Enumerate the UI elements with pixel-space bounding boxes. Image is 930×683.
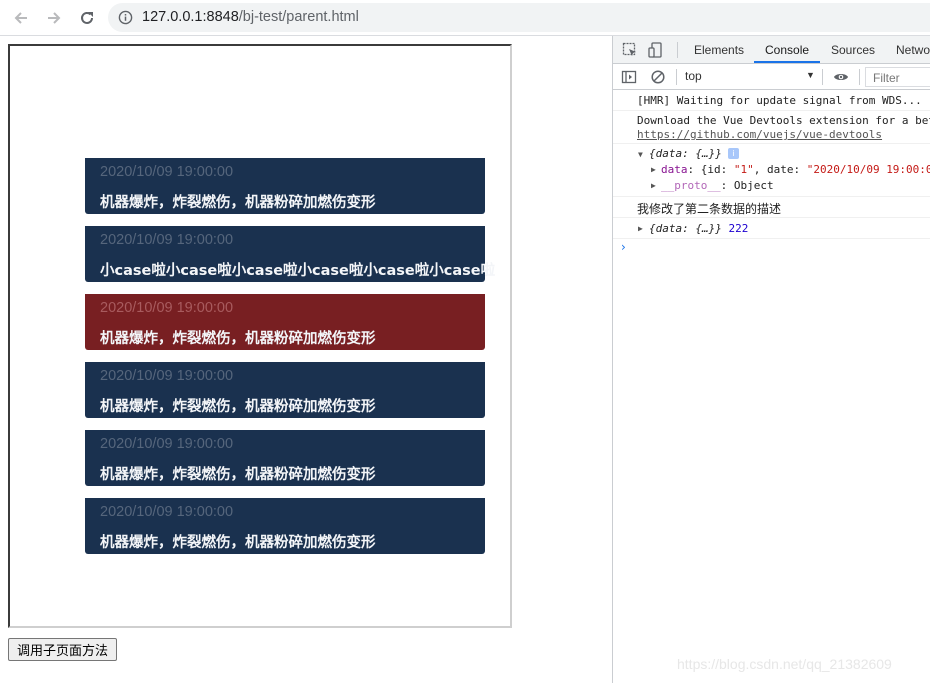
call-child-method-button[interactable]: 调用子页面方法	[8, 638, 117, 661]
event-card-6[interactable]: 2020/10/09 19:00:00 机器爆炸，炸裂燃伤，机器粉碎加燃伤变形	[85, 498, 485, 554]
log-text: 我修改了第二条数据的描述	[637, 202, 782, 216]
expanded-triangle-icon[interactable]: ▼	[638, 150, 643, 159]
card-description: 机器爆炸，炸裂燃伤，机器粉碎加燃伤变形	[100, 331, 376, 347]
toolbar-separator	[822, 69, 823, 85]
card-description: 机器爆炸，炸裂燃伤，机器粉碎加燃伤变形	[100, 535, 376, 551]
tab-network[interactable]: Netwo	[896, 43, 930, 57]
object-summary-text: {data: {…}}	[649, 222, 722, 235]
proto-row[interactable]: __proto__: Object	[661, 179, 774, 192]
devtools-tabbar: Elements Console Sources Netwo	[613, 36, 930, 64]
collapsed-triangle-icon[interactable]: ▶	[638, 224, 643, 233]
arrow-left-icon	[14, 12, 27, 24]
data-prefix: : {id:	[687, 163, 734, 176]
tab-console[interactable]: Console	[765, 43, 809, 57]
child-iframe: 2020/10/09 19:00:00 机器爆炸，炸裂燃伤，机器粉碎加燃伤变形 …	[8, 44, 512, 628]
id-value: "1"	[733, 163, 754, 176]
number-value: 222	[728, 222, 749, 235]
info-badge-icon[interactable]: i	[727, 148, 739, 159]
card-date: 2020/10/09 19:00:00	[100, 164, 234, 180]
card-description: 机器爆炸，炸裂燃伤，机器粉碎加燃伤变形	[100, 399, 376, 415]
back-button[interactable]	[9, 6, 33, 30]
card-description: 机器爆炸，炸裂燃伤，机器粉碎加燃伤变形	[100, 467, 376, 483]
card-date: 2020/10/09 19:00:00	[100, 368, 234, 384]
reload-icon	[81, 11, 93, 24]
object-data-row[interactable]: data: {id: "1", date: "2020/10/09 19:00:…	[661, 163, 930, 176]
clear-console-icon[interactable]	[650, 69, 666, 85]
info-icon[interactable]	[118, 10, 133, 25]
url-path: /bj-test/parent.html	[238, 9, 359, 25]
device-toolbar-icon[interactable]	[648, 42, 664, 58]
console-output: [HMR] Waiting for update signal from WDS…	[613, 90, 930, 259]
devtools-panel: Elements Console Sources Netwo top ▼ Fil…	[612, 36, 930, 683]
event-card-4[interactable]: 2020/10/09 19:00:00 机器爆炸，炸裂燃伤，机器粉碎加燃伤变形	[85, 362, 485, 418]
url-host: 127.0.0.1:8848	[142, 9, 239, 25]
console-toolbar: top ▼ Filter	[613, 64, 930, 90]
vue-devtools-link[interactable]: https://github.com/vuejs/vue-devtools	[637, 128, 882, 141]
log-text: Download the Vue Devtools extension for …	[637, 114, 930, 127]
toolbar-separator	[859, 69, 860, 85]
address-bar[interactable]: 127.0.0.1:8848/bj-test/parent.html	[108, 3, 930, 32]
collapsed-triangle-icon[interactable]: ▶	[651, 181, 656, 190]
card-date: 2020/10/09 19:00:00	[100, 300, 234, 316]
card-description: 机器爆炸，炸裂燃伤，机器粉碎加燃伤变形	[100, 195, 376, 211]
proto-key: __proto__	[661, 179, 721, 192]
sidebar-toggle-icon[interactable]	[621, 69, 637, 85]
console-log-object-1[interactable]: ▼ {data: {…}} i ▶ data: {id: "1", date: "…	[613, 144, 930, 197]
toolbar-separator	[676, 69, 677, 85]
proto-value: : Object	[720, 179, 774, 192]
object-summary-text: {data: {…}}	[649, 147, 722, 160]
chevron-right-icon: ›	[621, 240, 626, 254]
card-date: 2020/10/09 19:00:00	[100, 504, 234, 520]
card-date: 2020/10/09 19:00:00	[100, 232, 234, 248]
event-card-1[interactable]: 2020/10/09 19:00:00 机器爆炸，炸裂燃伤，机器粉碎加燃伤变形	[85, 158, 485, 214]
console-log-chinese: 我修改了第二条数据的描述	[613, 197, 930, 218]
console-prompt-row[interactable]: ›	[613, 239, 930, 259]
context-select[interactable]: top	[685, 69, 702, 83]
collapsed-triangle-icon[interactable]: ▶	[651, 165, 656, 174]
tab-sources[interactable]: Sources	[831, 43, 875, 57]
browser-toolbar: 127.0.0.1:8848/bj-test/parent.html	[0, 0, 930, 36]
url-text[interactable]: 127.0.0.1:8848/bj-test/parent.html	[142, 9, 359, 25]
event-card-2[interactable]: 2020/10/09 19:00:00 小case啦小case啦小case啦小c…	[85, 226, 495, 282]
card-description: 小case啦小case啦小case啦小case啦小case啦小case啦	[100, 263, 496, 279]
card-date: 2020/10/09 19:00:00	[100, 436, 234, 452]
dropdown-arrow-icon[interactable]: ▼	[806, 70, 815, 80]
object-summary: {data: {…}} 222	[649, 222, 748, 235]
tab-elements[interactable]: Elements	[694, 43, 744, 57]
tab-separator	[677, 42, 678, 58]
forward-button[interactable]	[42, 6, 66, 30]
event-card-5[interactable]: 2020/10/09 19:00:00 机器爆炸，炸裂燃伤，机器粉碎加燃伤变形	[85, 430, 485, 486]
console-log-hmr: [HMR] Waiting for update signal from WDS…	[613, 90, 930, 111]
filter-input[interactable]: Filter	[865, 67, 930, 87]
inspect-element-icon[interactable]	[622, 42, 638, 58]
active-tab-indicator	[754, 61, 820, 63]
date-key: , date:	[753, 163, 807, 176]
object-summary: {data: {…}} i	[649, 147, 739, 160]
event-card-3[interactable]: 2020/10/09 19:00:00 机器爆炸，炸裂燃伤，机器粉碎加燃伤变形	[85, 294, 485, 350]
filter-placeholder: Filter	[873, 71, 900, 85]
data-key: data	[661, 163, 688, 176]
console-log-vue-devtools: Download the Vue Devtools extension for …	[613, 111, 930, 144]
reload-button[interactable]	[75, 6, 99, 30]
log-text: [HMR] Waiting for update signal from WDS…	[637, 94, 922, 107]
arrow-right-icon	[48, 12, 61, 24]
watermark: https://blog.csdn.net/qq_21382609	[677, 656, 892, 672]
date-value: "2020/10/09 19:00:0	[806, 163, 930, 176]
eye-icon[interactable]	[833, 69, 849, 85]
console-log-object-2[interactable]: ▶ {data: {…}} 222	[613, 218, 930, 239]
